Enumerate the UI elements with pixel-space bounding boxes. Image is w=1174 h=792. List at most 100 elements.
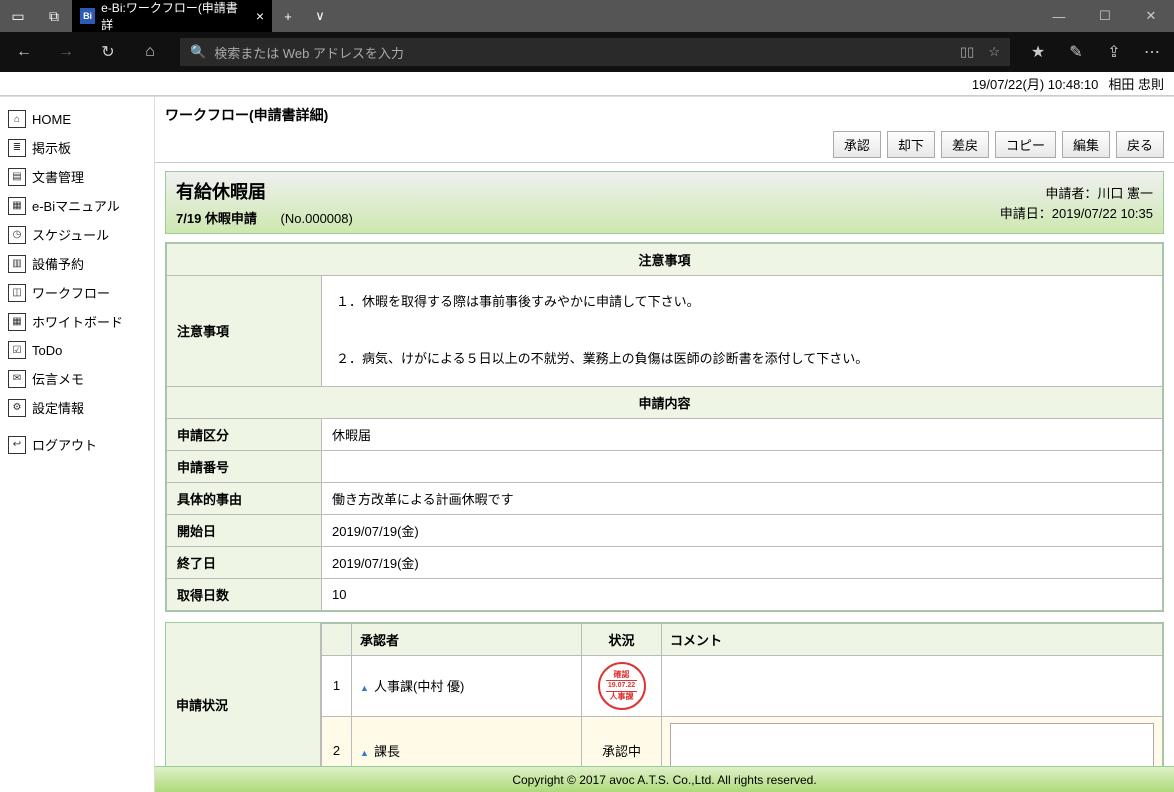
sidebar-item-memo[interactable]: ✉伝言メモ — [6, 364, 148, 393]
apply-date: 2019/07/22 10:35 — [1052, 206, 1153, 221]
memo-icon: ✉ — [8, 370, 26, 388]
sidebar-item-docs[interactable]: ▤ 文書管理 — [6, 162, 148, 191]
sidebar-item-facility[interactable]: ▥ 設備予約 — [6, 249, 148, 278]
row-value: 10 — [322, 578, 1163, 610]
status-bar: 19/07/22(月) 10:48:10 相田 忠則 — [0, 72, 1174, 96]
applicant-label: 申請者： — [1045, 186, 1097, 201]
sidebar-item-label: 設備予約 — [32, 254, 84, 273]
action-toolbar: 承認 却下 差戻 コピー 編集 戻る — [165, 131, 1164, 158]
sidebar-item-whiteboard[interactable]: ▦ ホワイトボード — [6, 307, 148, 336]
close-tab-icon[interactable]: × — [256, 8, 264, 24]
row-status: 承認中 — [582, 716, 662, 766]
address-bar[interactable]: 🔍 検索または Web アドレスを入力 ▯▯ ☆ — [180, 38, 1010, 66]
sys-icon[interactable]: ⧉ — [36, 0, 72, 32]
sidebar-item-label: 掲示板 — [32, 138, 71, 157]
share-icon[interactable]: ⇪ — [1096, 32, 1132, 72]
minimize-button[interactable]: — — [1036, 0, 1082, 32]
notice-text: １．休暇を取得する際は事前事後すみやかに申請して下さい。 ２．病気、けがによる５… — [322, 276, 1163, 387]
sidebar-item-label: ToDo — [32, 343, 62, 358]
row-status: 確認 19.07.22 人事課 — [582, 655, 662, 716]
refresh-button[interactable]: ↻ — [88, 32, 128, 72]
sidebar-item-schedule[interactable]: ◷ スケジュール — [6, 220, 148, 249]
reading-view-icon[interactable]: ▯▯ — [960, 44, 974, 60]
form-name: 有給休暇届 — [176, 178, 353, 204]
row-label: 終了日 — [167, 546, 322, 578]
sidebar-item-label: スケジュール — [32, 225, 109, 244]
details-panel: 注意事項 注意事項 １．休暇を取得する際は事前事後すみやかに申請して下さい。 ２… — [165, 242, 1164, 612]
edit-button[interactable]: 編集 — [1062, 131, 1110, 158]
copy-button[interactable]: コピー — [995, 131, 1056, 158]
status-datetime: 19/07/22(月) 10:48:10 — [972, 74, 1098, 93]
facility-icon: ▥ — [8, 255, 26, 273]
back-page-button[interactable]: 戻る — [1116, 131, 1164, 158]
sidebar-item-todo[interactable]: ☑ ToDo — [6, 336, 148, 364]
more-icon[interactable]: ⋯ — [1134, 32, 1170, 72]
sidebar-item-label: 文書管理 — [32, 167, 84, 186]
row-label: 具体的事由 — [167, 482, 322, 514]
whiteboard-icon: ▦ — [8, 313, 26, 331]
search-icon: 🔍 — [190, 44, 206, 60]
row-comment — [662, 716, 1163, 766]
new-tab-button[interactable]: + — [272, 9, 304, 24]
browser-tab[interactable]: Bi e-Bi:ワークフロー(申請書詳 × — [72, 0, 272, 32]
row-label: 取得日数 — [167, 578, 322, 610]
sidebar-item-logout[interactable]: ↩ログアウト — [6, 430, 148, 459]
browser-toolbar: ← → ↻ ⌂ 🔍 検索または Web アドレスを入力 ▯▯ ☆ ★ ✎ ⇪ ⋯ — [0, 32, 1174, 72]
home-icon: ⌂ — [8, 110, 26, 128]
favicon-icon: Bi — [80, 8, 95, 24]
home-button[interactable]: ⌂ — [130, 32, 170, 72]
back-button[interactable]: ← — [4, 32, 44, 72]
notes-icon[interactable]: ✎ — [1058, 32, 1094, 72]
board-icon: ≣ — [8, 139, 26, 157]
person-icon — [360, 744, 370, 759]
row-label: 申請区分 — [167, 418, 322, 450]
row-value: 2019/07/19(金) — [322, 514, 1163, 546]
sidebar-item-label: 設定情報 — [32, 398, 84, 417]
approval-stamp: 確認 19.07.22 人事課 — [598, 662, 646, 710]
page-footer: Copyright © 2017 avoc A.T.S. Co.,Ltd. Al… — [155, 766, 1174, 792]
logout-icon: ↩ — [8, 436, 26, 454]
sidebar-item-label: HOME — [32, 112, 71, 127]
person-icon — [360, 679, 370, 694]
url-placeholder: 検索または Web アドレスを入力 — [214, 43, 404, 62]
tabs-chevron-icon[interactable]: ∨ — [304, 8, 336, 24]
favorite-icon[interactable]: ☆ — [988, 44, 1000, 60]
approval-label: 申請状況 — [166, 623, 321, 766]
sidebar-item-manual[interactable]: ▦e-Biマニュアル — [6, 191, 148, 220]
approval-panel: 申請状況 承認者 状況 コメント 1 — [165, 622, 1164, 766]
sidebar-item-workflow[interactable]: ◫ ワークフロー — [6, 278, 148, 307]
row-value: 2019/07/19(金) — [322, 546, 1163, 578]
row-label-notice: 注意事項 — [167, 276, 322, 387]
remand-button[interactable]: 差戻 — [941, 131, 989, 158]
section-header-content: 申請内容 — [167, 386, 1163, 418]
approve-button[interactable]: 承認 — [833, 131, 881, 158]
row-value: 働き方改革による計画休暇です — [322, 482, 1163, 514]
reject-button[interactable]: 却下 — [887, 131, 935, 158]
tab-title: e-Bi:ワークフロー(申請書詳 — [101, 0, 242, 33]
approval-row: 1 人事課(中村 優) 確認 19.07.22 人事課 — [322, 655, 1163, 716]
apply-date-label: 申請日： — [1000, 206, 1052, 221]
sys-icon[interactable]: ▭ — [0, 0, 36, 32]
docs-icon: ▤ — [8, 168, 26, 186]
form-subject: 7/19 休暇申請 — [176, 211, 257, 226]
row-no: 1 — [322, 655, 352, 716]
sidebar-item-settings[interactable]: ⚙設定情報 — [6, 393, 148, 422]
section-header-notice: 注意事項 — [167, 244, 1163, 276]
row-value — [322, 450, 1163, 482]
page-title: ワークフロー(申請書詳細) — [165, 105, 1164, 125]
row-comment — [662, 655, 1163, 716]
sidebar-item-label: ワークフロー — [32, 283, 110, 302]
sidebar-item-label: e-Biマニュアル — [32, 196, 120, 215]
sidebar-item-home[interactable]: ⌂ HOME — [6, 105, 148, 133]
sidebar-item-board[interactable]: ≣ 掲示板 — [6, 133, 148, 162]
close-window-button[interactable]: ✕ — [1128, 0, 1174, 32]
maximize-button[interactable]: ☐ — [1082, 0, 1128, 32]
sidebar-item-label: ホワイトボード — [32, 312, 123, 331]
schedule-icon: ◷ — [8, 226, 26, 244]
favorites-icon[interactable]: ★ — [1020, 32, 1056, 72]
workflow-icon: ◫ — [8, 284, 26, 302]
forward-button[interactable]: → — [46, 32, 86, 72]
todo-icon: ☑ — [8, 341, 26, 359]
col-approver: 承認者 — [352, 623, 582, 655]
comment-input[interactable] — [670, 723, 1154, 766]
